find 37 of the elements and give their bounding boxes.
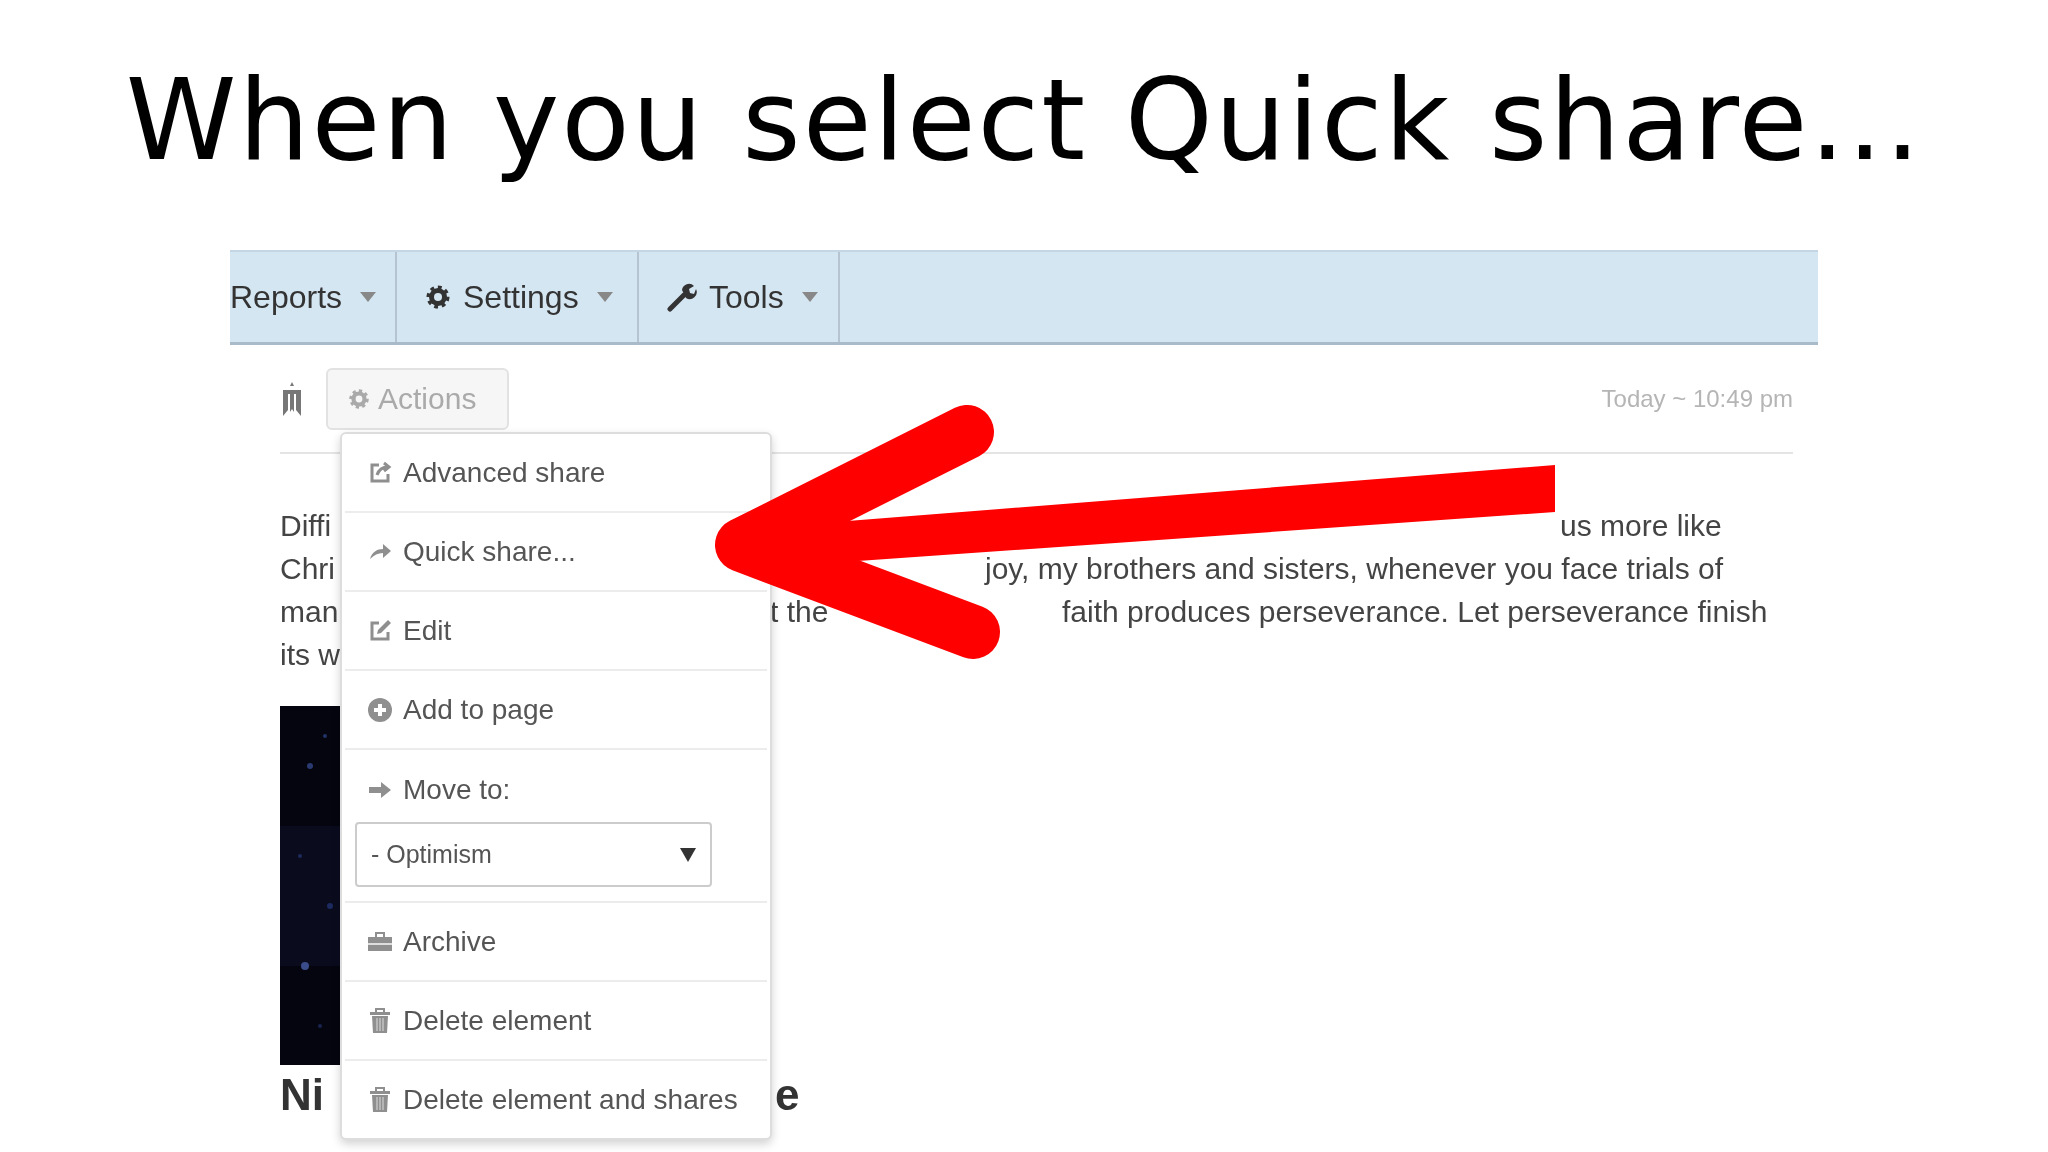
- trash-icon: [367, 1086, 393, 1113]
- body-text: Chri: [280, 551, 335, 586]
- plus-circle-icon: [367, 696, 393, 723]
- caret-icon: [801, 292, 818, 302]
- caret-icon: [596, 292, 613, 302]
- slide-title: When you select Quick share...: [124, 54, 1924, 187]
- gear-icon: [348, 387, 370, 410]
- wrench-icon: [667, 282, 697, 312]
- body-text: us more like: [1560, 508, 1722, 543]
- post-heading: e: [775, 1070, 800, 1120]
- nav-label: Tools: [709, 278, 784, 316]
- menu-item[interactable]: Delete element and shares: [345, 1061, 767, 1138]
- post-heading: Ni: [280, 1070, 324, 1120]
- nav-menu-item[interactable]: Tools: [639, 252, 840, 342]
- timestamp: Today ~ 10:49 pm: [1601, 384, 1793, 413]
- menu-item[interactable]: Add to page: [345, 671, 767, 750]
- body-text: its w: [280, 637, 340, 672]
- menu-item[interactable]: Edit: [345, 592, 767, 671]
- folder-select[interactable]: - Optimism: [355, 822, 712, 887]
- menu-item[interactable]: Delete element: [345, 982, 767, 1061]
- nav-menu-item[interactable]: Reports: [230, 252, 397, 342]
- nav-label: Reports: [230, 278, 343, 316]
- trash-icon: [367, 1007, 393, 1034]
- gear-icon: [425, 284, 451, 310]
- menu-item[interactable]: Archive: [345, 903, 767, 982]
- body-text: Diffi: [280, 508, 332, 543]
- menu-item[interactable]: Advanced share: [345, 434, 767, 513]
- bookmark-icon: [280, 381, 304, 416]
- caret-icon: [360, 292, 377, 302]
- body-text: joy, my brothers and sisters, whenever you face trials of: [985, 551, 1724, 586]
- body-text: faith produces perseverance. Let perseverance finish: [1062, 594, 1768, 629]
- nav-menu-item[interactable]: Settings: [397, 252, 639, 342]
- nav-label: Settings: [463, 278, 579, 316]
- menu-item[interactable]: Quick share...: [345, 513, 767, 592]
- move-to-label: Move to:: [403, 774, 511, 806]
- body-text: man: [280, 594, 339, 629]
- caret-icon: [680, 847, 696, 862]
